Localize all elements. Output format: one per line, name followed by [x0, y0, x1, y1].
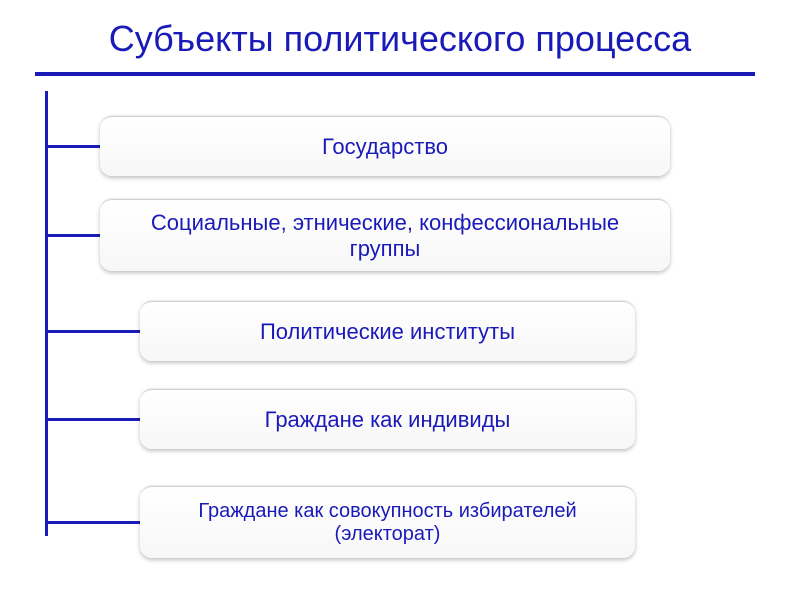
diagram-container: Государство Социальные, этнические, конф…: [45, 91, 800, 571]
branch-4: Граждане как индивиды: [45, 389, 635, 449]
connector-line: [45, 521, 140, 524]
node-political-institutions: Политические институты: [140, 301, 635, 361]
connector-line: [45, 418, 140, 421]
node-social-groups: Социальные, этнические, конфессиональные…: [100, 199, 670, 271]
connector-line: [45, 330, 140, 333]
branch-3: Политические институты: [45, 301, 635, 361]
node-state: Государство: [100, 116, 670, 176]
diagram-title: Субъекты политического процесса: [0, 0, 800, 72]
title-underline: [35, 72, 755, 76]
connector-line: [45, 234, 100, 237]
node-citizens-electorate: Граждане как совокупность избирателей (э…: [140, 486, 635, 558]
node-citizens-individuals: Граждане как индивиды: [140, 389, 635, 449]
connector-line: [45, 145, 100, 148]
branch-2: Социальные, этнические, конфессиональные…: [45, 199, 670, 271]
branch-1: Государство: [45, 116, 670, 176]
branch-5: Граждане как совокупность избирателей (э…: [45, 486, 635, 558]
